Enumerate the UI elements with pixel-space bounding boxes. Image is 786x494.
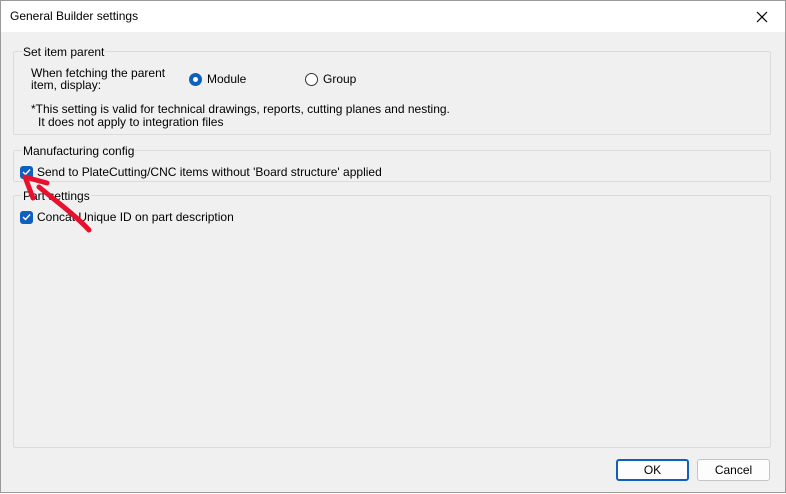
group-set-item-parent: Set item parent When fetching the parent… [13, 45, 771, 135]
cancel-button[interactable]: Cancel [697, 459, 770, 481]
send-to-platecutting-label: Send to PlateCutting/CNC items without '… [37, 165, 382, 179]
close-button[interactable] [739, 1, 785, 32]
settings-dialog: General Builder settings Set item parent… [0, 0, 786, 493]
radio-selected-icon [189, 72, 202, 86]
radio-module-label: Module [207, 72, 247, 86]
group-part-settings: Part settings Concat Unique ID on part d… [13, 189, 771, 448]
send-to-platecutting-checkbox[interactable]: Send to PlateCutting/CNC items without '… [20, 165, 382, 179]
group-manufacturing-config: Manufacturing config Send to PlateCuttin… [13, 144, 771, 182]
note-line-2: It does not apply to integration files [38, 115, 224, 129]
radio-module[interactable]: Module [189, 72, 246, 86]
window-title: General Builder settings [10, 9, 139, 23]
group-label-item-parent: Set item parent [22, 45, 106, 59]
radio-unselected-icon [305, 72, 318, 86]
concat-unique-id-checkbox[interactable]: Concat Unique ID on part description [20, 210, 234, 224]
radio-group[interactable]: Group [305, 72, 356, 86]
checkbox-checked-icon [20, 210, 33, 224]
title-bar: General Builder settings [1, 1, 785, 32]
radio-group-label: Group [323, 72, 357, 86]
concat-unique-id-label: Concat Unique ID on part description [37, 210, 234, 224]
checkbox-checked-icon [20, 165, 33, 179]
close-icon [756, 11, 768, 22]
fetch-label: When fetching the parent item, display: [31, 66, 166, 92]
group-label-manufacturing: Manufacturing config [22, 144, 136, 158]
note-text: *This setting is valid for technical dra… [31, 103, 450, 129]
group-label-part-settings: Part settings [22, 189, 91, 203]
ok-button[interactable]: OK [616, 459, 689, 481]
